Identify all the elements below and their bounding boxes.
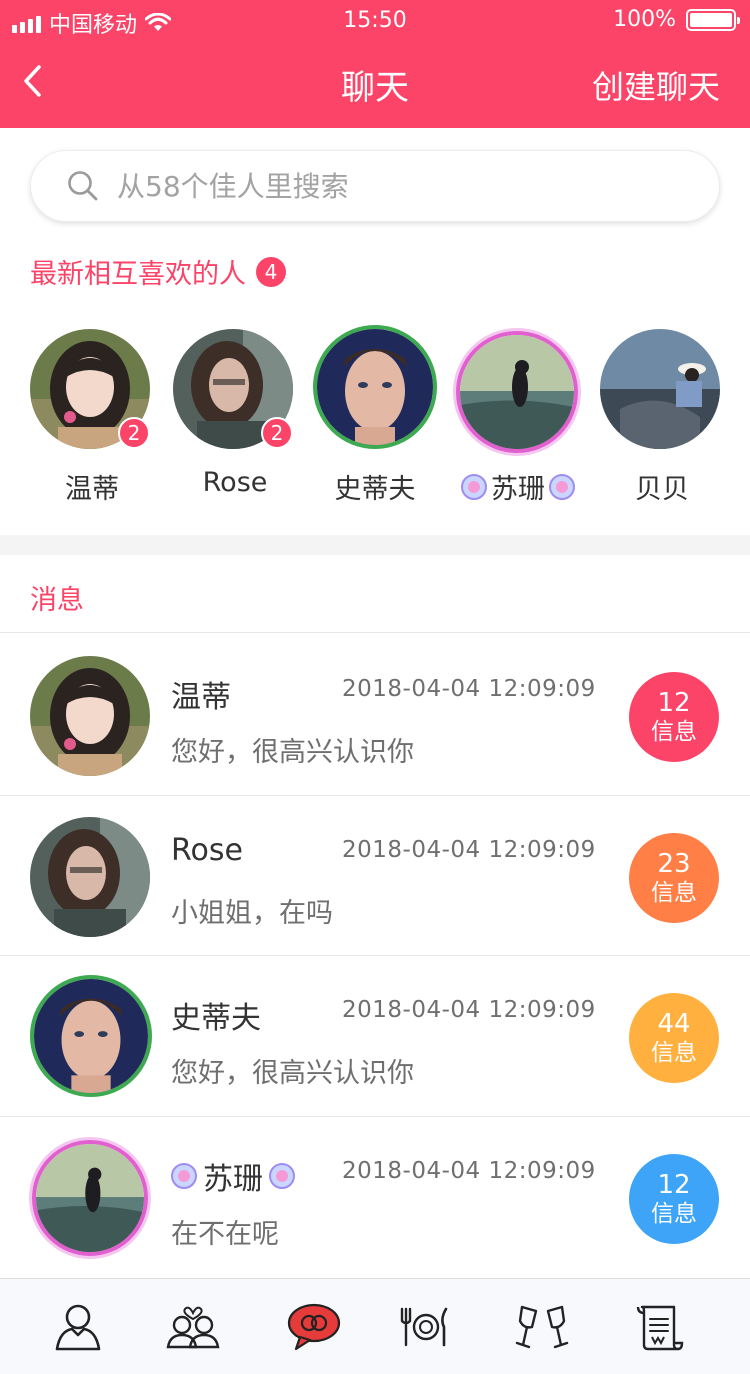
nav-bar: 聊天 创建聊天 — [0, 42, 750, 128]
tab-couple[interactable] — [163, 1297, 223, 1357]
unread-label: 信息 — [651, 1039, 697, 1066]
message-sender: Rose — [171, 833, 243, 868]
name-text: 贝贝 — [635, 474, 689, 505]
top-bar: 中国移动 15:50 100% 聊天 创建聊天 — [0, 0, 750, 128]
mutual-count-badge: 4 — [256, 256, 286, 287]
tab-profile[interactable] — [48, 1297, 108, 1357]
message-row[interactable]: 史蒂夫 2018-04-04 12:09:09 您好，很高兴认识你 44 信息 — [0, 955, 750, 1115]
mutual-person-name: 史蒂夫 — [293, 467, 457, 506]
unread-count-badge: 12 信息 — [629, 1154, 719, 1244]
avatar — [600, 329, 720, 449]
message-row[interactable]: 苏珊 2018-04-04 12:09:09 在不在呢 12 信息 — [0, 1116, 750, 1276]
name-text: 温蒂 — [65, 474, 119, 505]
mutual-person[interactable]: 史蒂夫 — [313, 325, 437, 515]
message-time: 2018-04-04 12:09:09 — [342, 676, 596, 702]
unread-label: 信息 — [651, 1200, 697, 1227]
unread-label: 信息 — [651, 718, 697, 745]
vip-icon — [549, 473, 575, 500]
name-text: 温蒂 — [171, 680, 231, 715]
avatar — [30, 975, 152, 1097]
create-chat-button[interactable]: 创建聊天 — [592, 62, 720, 108]
unread-badge: 2 — [261, 417, 293, 449]
tab-cheers[interactable] — [512, 1297, 572, 1357]
status-bar: 中国移动 15:50 100% — [0, 0, 750, 42]
divider — [0, 632, 750, 633]
avatar — [456, 331, 578, 453]
messages-title: 消息 — [30, 585, 84, 616]
tab-chat[interactable] — [284, 1297, 344, 1357]
message-time: 2018-04-04 12:09:09 — [342, 1158, 596, 1184]
profile-icon — [55, 1304, 101, 1351]
dining-icon — [400, 1307, 448, 1347]
mutual-person[interactable]: 2 温蒂 — [30, 329, 154, 519]
tab-dining[interactable] — [394, 1297, 454, 1357]
mutual-likes-title: 最新相互喜欢的人 4 — [30, 252, 286, 291]
name-text: Rose — [202, 467, 268, 498]
tab-scroll[interactable] — [630, 1297, 690, 1357]
message-row[interactable]: Rose 2018-04-04 12:09:09 小姐姐，在吗 23 信息 — [0, 795, 750, 955]
message-sender: 史蒂夫 — [171, 993, 261, 1037]
name-text: 史蒂夫 — [171, 1001, 261, 1036]
section-divider — [0, 535, 750, 555]
unread-count: 44 — [657, 1008, 691, 1039]
name-text: Rose — [171, 833, 243, 868]
mutual-person-name: 贝贝 — [580, 467, 744, 506]
message-sender: 苏珊 — [171, 1154, 295, 1198]
name-text: 史蒂夫 — [334, 474, 416, 505]
mutual-person-name: 温蒂 — [10, 467, 174, 506]
chat-bubble-icon — [287, 1303, 341, 1351]
avatar — [313, 325, 437, 449]
unread-badge: 2 — [118, 417, 150, 449]
status-right: 100% — [613, 7, 740, 32]
search-bar[interactable] — [30, 150, 720, 222]
message-preview: 小姐姐，在吗 — [171, 898, 333, 929]
mutual-person[interactable]: 苏珊 — [456, 331, 580, 521]
unread-label: 信息 — [651, 879, 697, 906]
unread-count: 12 — [657, 1169, 691, 1200]
mutual-person-name: 苏珊 — [436, 467, 600, 506]
message-sender: 温蒂 — [171, 672, 231, 716]
vip-icon — [171, 1163, 197, 1189]
unread-count: 12 — [657, 687, 691, 718]
couple-icon — [166, 1306, 220, 1349]
battery-percent: 100% — [613, 7, 676, 32]
avatar — [30, 817, 150, 937]
search-input[interactable] — [117, 169, 677, 203]
unread-count: 23 — [657, 848, 691, 879]
search-icon — [68, 171, 98, 201]
mutual-person[interactable]: 2 Rose — [173, 329, 297, 519]
cheers-icon — [515, 1305, 569, 1349]
message-time: 2018-04-04 12:09:09 — [342, 997, 596, 1023]
message-row[interactable]: 温蒂 2018-04-04 12:09:09 您好，很高兴认识你 12 信息 — [0, 634, 750, 794]
message-preview: 您好，很高兴认识你 — [171, 1058, 414, 1089]
message-time: 2018-04-04 12:09:09 — [342, 837, 596, 863]
battery-icon — [686, 8, 740, 31]
avatar — [30, 656, 150, 776]
mutual-likes-label: 最新相互喜欢的人 — [30, 259, 246, 290]
back-button[interactable] — [22, 56, 62, 106]
name-text: 苏珊 — [203, 1162, 263, 1197]
mutual-person[interactable]: 贝贝 — [600, 329, 724, 519]
name-text: 苏珊 — [491, 474, 545, 505]
tab-bar — [0, 1278, 750, 1374]
vip-icon — [269, 1163, 295, 1189]
message-preview: 在不在呢 — [171, 1219, 279, 1250]
unread-count-badge: 44 信息 — [629, 993, 719, 1083]
chevron-left-icon — [24, 65, 41, 97]
message-preview: 您好，很高兴认识你 — [171, 737, 414, 768]
vip-icon — [461, 473, 487, 500]
unread-count-badge: 12 信息 — [629, 672, 719, 762]
avatar — [32, 1140, 148, 1256]
scroll-icon — [636, 1305, 684, 1351]
unread-count-badge: 23 信息 — [629, 833, 719, 923]
